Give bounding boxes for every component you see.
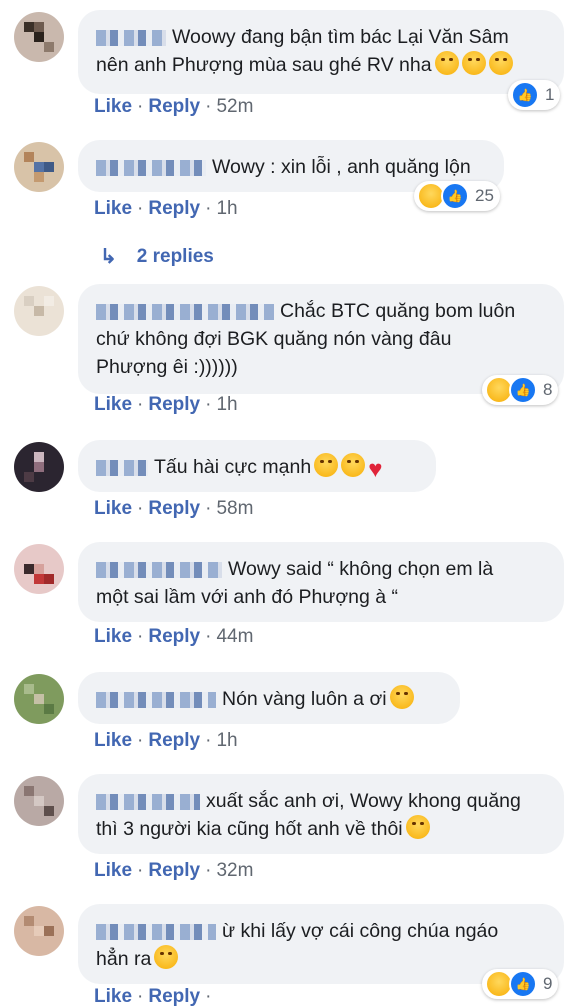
reaction-summary[interactable]: 9 <box>482 969 559 999</box>
reaction-summary[interactable]: 1 <box>508 80 561 110</box>
comment-text-line: Tấu hài cực mạnh <box>154 456 312 478</box>
reply-button[interactable]: Reply <box>148 986 200 1007</box>
reply-button[interactable]: Reply <box>148 96 200 117</box>
comment-bubble: Woowy đang bận tìm bác Lại Văn Sâm nên a… <box>78 10 564 94</box>
comment-text-line: ừ khi lấy vợ cái công chúa ngáo <box>222 920 499 942</box>
commenter-name[interactable] <box>96 459 148 476</box>
timestamp[interactable]: 44m <box>216 626 253 647</box>
reply-arrow-icon: ↳ <box>100 246 117 268</box>
laughing-emoji <box>389 685 414 709</box>
smile-emoji <box>405 815 430 839</box>
rofl-emoji <box>341 453 366 477</box>
comment-text-line: Chắc BTC quăng bom luôn <box>280 300 516 322</box>
timestamp[interactable]: 52m <box>216 96 253 117</box>
comment-bubble: Nón vàng luôn a ơi <box>78 672 460 724</box>
avatar[interactable] <box>14 286 64 336</box>
timestamp[interactable]: 58m <box>216 498 253 519</box>
reply-button[interactable]: Reply <box>148 860 200 881</box>
like-button[interactable]: Like <box>94 730 132 751</box>
comment-actions: Like · Reply · 1h <box>94 730 238 751</box>
comment-text-line: Wowy : xin lỗi , anh quăng lộn <box>212 156 471 178</box>
avatar[interactable] <box>14 442 64 492</box>
haha-emoji <box>434 51 459 75</box>
reaction-summary[interactable]: 8 <box>482 375 559 405</box>
reply-button[interactable]: Reply <box>148 498 200 519</box>
like-button[interactable]: Like <box>94 986 132 1007</box>
reaction-count: 8 <box>543 380 553 399</box>
comment-actions: Like · Reply · 58m <box>94 498 254 519</box>
comment-text-line: xuất sắc anh ơi, Wowy khong quăng <box>206 790 521 812</box>
commenter-name[interactable] <box>96 303 274 320</box>
avatar[interactable] <box>14 544 64 594</box>
like-icon <box>441 182 469 210</box>
avatar[interactable] <box>14 906 64 956</box>
comment-actions: Like · Reply · 32m <box>94 860 254 881</box>
comment-text-line: Wowy said “ không chọn em là <box>228 558 494 580</box>
comment-actions: Like · Reply · 1h <box>94 198 238 219</box>
avatar[interactable] <box>14 776 64 826</box>
comment-text-line: Phượng êi :)))))) <box>96 356 238 378</box>
comment-bubble: Wowy said “ không chọn em là một sai lầm… <box>78 542 564 622</box>
reply-button[interactable]: Reply <box>148 730 200 751</box>
comment-actions: Like · Reply · 52m <box>94 96 254 117</box>
like-button[interactable]: Like <box>94 626 132 647</box>
comment-text-line: một sai lầm với anh đó Phượng à “ <box>96 586 399 608</box>
comment-actions: Like · Reply · 44m <box>94 626 254 647</box>
commenter-name[interactable] <box>96 159 206 176</box>
commenter-name[interactable] <box>96 691 216 708</box>
comment-text-line: Woowy đang bận tìm bác Lại Văn Sâm <box>172 26 509 48</box>
comment-bubble: Tấu hài cực mạnh ♥ <box>78 440 436 492</box>
rofl-emoji <box>314 453 339 477</box>
timestamp[interactable]: 1h <box>216 198 237 219</box>
view-replies-link[interactable]: ↳ 2 replies <box>100 244 214 269</box>
avatar[interactable] <box>14 12 64 62</box>
commenter-name[interactable] <box>96 29 166 46</box>
comment-bubble: xuất sắc anh ơi, Wowy khong quăng thì 3 … <box>78 774 564 854</box>
like-button[interactable]: Like <box>94 198 132 219</box>
comment-actions: Like · Reply · <box>94 986 212 1007</box>
reply-button[interactable]: Reply <box>148 198 200 219</box>
comment-text-line: Nón vàng luôn a ơi <box>222 688 387 710</box>
heart-emoji: ♥ <box>368 456 383 483</box>
reaction-count: 1 <box>545 85 555 104</box>
haha-emoji <box>488 51 513 75</box>
like-button[interactable]: Like <box>94 394 132 415</box>
comment-text-line: nên anh Phượng mùa sau ghé RV nha <box>96 54 432 76</box>
reaction-count: 9 <box>543 974 553 993</box>
comment-text-line: thì 3 người kia cũng hốt anh về thôi <box>96 818 403 840</box>
reply-button[interactable]: Reply <box>148 394 200 415</box>
like-button[interactable]: Like <box>94 860 132 881</box>
reply-button[interactable]: Reply <box>148 626 200 647</box>
avatar[interactable] <box>14 674 64 724</box>
like-icon <box>511 81 539 109</box>
like-icon <box>509 970 537 998</box>
comment-actions: Like · Reply · 1h <box>94 394 238 415</box>
like-button[interactable]: Like <box>94 498 132 519</box>
comment-text-line: hẳn ra <box>96 948 152 970</box>
laughing-emoji <box>154 945 179 969</box>
commenter-name[interactable] <box>96 561 222 578</box>
timestamp[interactable]: 32m <box>216 860 253 881</box>
like-icon <box>509 376 537 404</box>
haha-emoji <box>461 51 486 75</box>
timestamp[interactable]: 1h <box>216 394 237 415</box>
avatar[interactable] <box>14 142 64 192</box>
reaction-count: 25 <box>475 186 494 205</box>
commenter-name[interactable] <box>96 793 200 810</box>
comment-text-line: chứ không đợi BGK quăng nón vàng đâu <box>96 328 452 350</box>
like-button[interactable]: Like <box>94 96 132 117</box>
commenter-name[interactable] <box>96 923 216 940</box>
reaction-summary[interactable]: 25 <box>414 181 500 211</box>
timestamp[interactable]: 1h <box>216 730 237 751</box>
replies-count[interactable]: 2 replies <box>137 246 214 268</box>
